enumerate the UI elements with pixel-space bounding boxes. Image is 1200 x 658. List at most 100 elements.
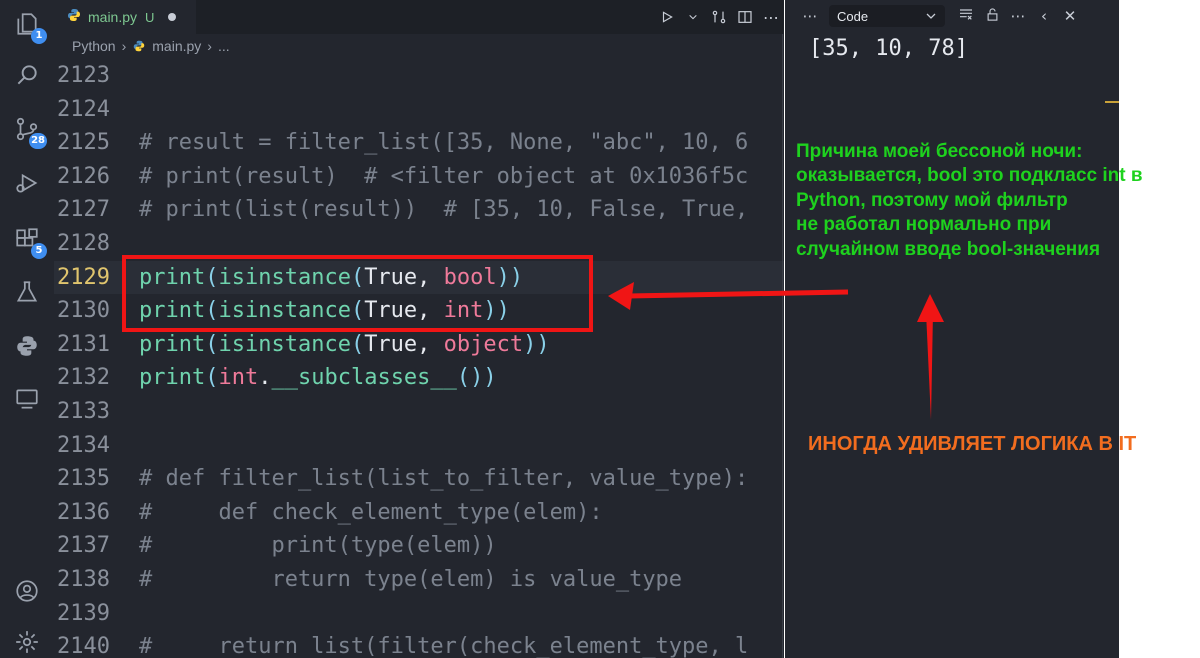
remote-explorer-icon[interactable] xyxy=(13,385,41,413)
line-number: 2123 xyxy=(57,63,110,88)
python-file-icon xyxy=(66,7,82,27)
code-text: # return type(elem) is value_type xyxy=(139,566,683,592)
output-panel: ⋯ Code ⋯ ‹ ✕ [35, 10, 78] xyxy=(785,0,1119,658)
annotation-line: не работал нормально при xyxy=(796,214,1052,236)
run-debug-icon[interactable] xyxy=(13,169,41,197)
code-text: # def filter_list(list_to_filter, value_… xyxy=(139,466,749,492)
line-number: 2140 xyxy=(57,634,110,658)
line-number: 2125 xyxy=(57,130,110,156)
output-channel-value: Code xyxy=(837,8,869,24)
run-icon[interactable] xyxy=(654,0,680,34)
editor-toolbar: ⋯ xyxy=(654,0,784,34)
output-text: [35, 10, 78] xyxy=(809,36,968,61)
annotation-caption: ИНОГДА УДИВЛЯЕТ ЛОГИКА В IT xyxy=(808,433,1137,455)
line-number: 2126 xyxy=(57,163,110,189)
line-number: 2137 xyxy=(57,533,110,559)
explorer-icon[interactable]: 1 xyxy=(13,10,47,44)
annotation-note: Причина моей бессоной ночи: оказывается,… xyxy=(796,140,1143,262)
tab-filename: main.py xyxy=(88,9,138,25)
line-number: 2131 xyxy=(57,331,110,357)
line-number: 2136 xyxy=(57,499,110,525)
code-text: # def check_element_type(elem): xyxy=(139,499,603,525)
compare-changes-icon[interactable] xyxy=(706,0,732,34)
unsaved-dot-icon[interactable] xyxy=(168,13,177,21)
output-channel-select[interactable]: Code xyxy=(829,5,945,27)
line-number: 2127 xyxy=(57,197,110,223)
activity-bar: 1 28 5 xyxy=(0,0,54,658)
code-line: 2127 # print(list(result)) # [35, 10, Fal… xyxy=(54,193,784,227)
code-line: 2124 xyxy=(54,93,784,127)
code-text: # result = filter_list([35, None, "abc",… xyxy=(139,130,749,156)
source-control-icon[interactable]: 28 xyxy=(13,115,47,149)
code-line: 2131 print(isinstance(True, object)) xyxy=(54,328,784,362)
lock-icon[interactable] xyxy=(979,7,1005,26)
search-icon[interactable] xyxy=(13,61,41,89)
testing-flask-icon[interactable] xyxy=(13,278,41,306)
highlight-box xyxy=(122,255,593,332)
tab-bar: main.py U ⋯ xyxy=(54,0,784,34)
source-control-badge: 28 xyxy=(29,133,47,149)
line-number: 2134 xyxy=(57,432,110,458)
code-line: 2133 xyxy=(54,395,784,429)
code-line: 2135 # def filter_list(list_to_filter, va… xyxy=(54,462,784,496)
code-line: 2125 # result = filter_list([35, None, "a… xyxy=(54,126,784,160)
annotation-line: оказывается, bool это подкласс int в xyxy=(796,165,1143,187)
line-number: 2129 xyxy=(57,264,110,290)
code-line: 2132 print(int.__subclasses__()) xyxy=(54,361,784,395)
code-line: 2134 xyxy=(54,429,784,463)
code-text: # print(type(elem)) xyxy=(139,533,497,559)
breadcrumb-file[interactable]: main.py xyxy=(152,38,201,54)
tab-main-py[interactable]: main.py U xyxy=(54,0,196,34)
code-line: 2126 # print(result) # <filter object at … xyxy=(54,160,784,194)
code-area[interactable]: 2123 2124 2125 # result = filter_list([35… xyxy=(54,59,784,658)
chevron-down-icon[interactable] xyxy=(680,0,706,34)
scroll-marker xyxy=(1105,101,1119,103)
breadcrumb-separator-icon: › xyxy=(207,38,212,54)
more-actions-icon[interactable]: ⋯ xyxy=(758,0,784,34)
chevron-down-icon xyxy=(926,13,936,19)
line-number: 2139 xyxy=(57,600,110,626)
tab-status: U xyxy=(145,9,155,25)
line-number: 2135 xyxy=(57,466,110,492)
background-strip xyxy=(1119,0,1200,658)
extensions-icon[interactable]: 5 xyxy=(13,225,47,259)
code-line: 2140 # return list(filter(check_element_t… xyxy=(54,630,784,658)
code-text: # print(result) # <filter object at 0x10… xyxy=(139,163,749,189)
account-icon[interactable] xyxy=(13,577,41,605)
line-number: 2138 xyxy=(57,566,110,592)
explorer-badge: 1 xyxy=(31,28,47,44)
close-icon[interactable]: ✕ xyxy=(1057,7,1083,25)
breadcrumb-separator-icon: › xyxy=(121,38,127,54)
code-line: 2137 # print(type(elem)) xyxy=(54,529,784,563)
annotation-line: Причина моей бессоной ночи: xyxy=(796,141,1083,162)
line-number: 2128 xyxy=(57,230,110,256)
extensions-badge: 5 xyxy=(31,243,47,259)
line-number: 2132 xyxy=(57,365,110,391)
code-text: print(isinstance(True, object)) xyxy=(139,331,550,357)
line-number: 2130 xyxy=(57,298,110,324)
split-editor-icon[interactable] xyxy=(732,0,758,34)
more-actions-icon[interactable]: ⋯ xyxy=(1005,7,1031,25)
code-text: print(int.__subclasses__()) xyxy=(139,365,497,391)
more-views-icon[interactable]: ⋯ xyxy=(797,7,823,25)
settings-gear-icon[interactable] xyxy=(13,628,41,656)
annotation-line: случайном вводе bool-значения xyxy=(796,238,1101,260)
code-line: 2123 xyxy=(54,59,784,93)
chevron-left-icon[interactable]: ‹ xyxy=(1031,7,1057,25)
code-line: 2136 # def check_element_type(elem): xyxy=(54,496,784,530)
python-icon[interactable] xyxy=(13,332,41,360)
code-text: # print(list(result)) # [35, 10, False, … xyxy=(139,197,749,223)
output-panel-toolbar: ⋯ Code ⋯ ‹ ✕ xyxy=(785,0,1119,32)
breadcrumb-more[interactable]: ... xyxy=(218,38,230,54)
code-line: 2138 # return type(elem) is value_type xyxy=(54,563,784,597)
breadcrumb: Python › main.py › ... xyxy=(72,38,230,54)
breadcrumb-python-icon xyxy=(134,40,145,52)
code-text: # return list(filter(check_element_type,… xyxy=(139,634,749,658)
clear-output-icon[interactable] xyxy=(953,6,979,26)
line-number: 2133 xyxy=(57,398,110,424)
annotation-line: Python, поэтому мой фильтр xyxy=(796,189,1068,211)
code-line: 2139 xyxy=(54,597,784,631)
breadcrumb-language[interactable]: Python xyxy=(72,38,116,54)
editor-ruler xyxy=(782,34,783,658)
line-number: 2124 xyxy=(57,96,110,122)
